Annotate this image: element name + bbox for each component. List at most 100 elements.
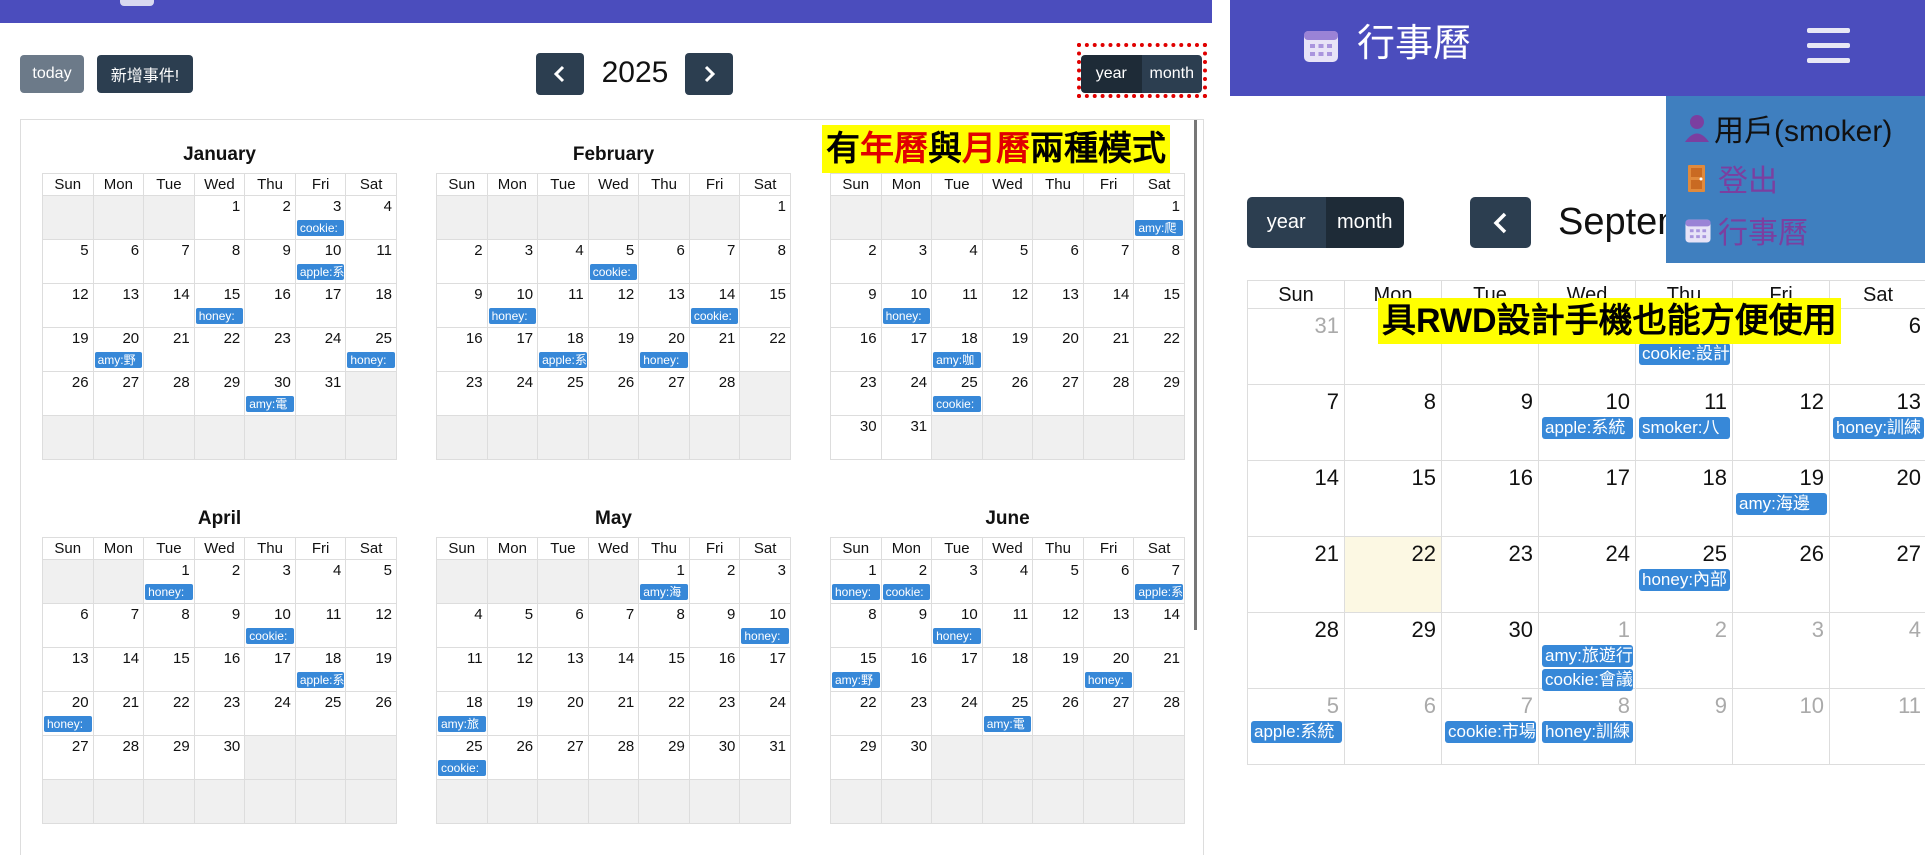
event-chip[interactable]: honey: <box>44 716 92 732</box>
day-cell[interactable]: 25 honey:內部 <box>1635 536 1733 613</box>
day-cell[interactable]: 7 apple:系 <box>1133 559 1185 604</box>
day-cell[interactable]: 18 apple:系 <box>294 647 347 692</box>
day-cell[interactable]: 29 <box>638 735 690 780</box>
day-cell[interactable]: 20 amy:野 <box>92 327 145 372</box>
day-cell[interactable]: 10 apple:系 <box>294 239 347 284</box>
day-cell[interactable]: 14 <box>1082 283 1135 328</box>
month-view-button[interactable]: month <box>1325 197 1404 248</box>
event-chip[interactable]: cookie:市場 <box>1445 721 1536 743</box>
day-cell[interactable]: 27 <box>1032 371 1084 416</box>
day-cell[interactable]: 3 <box>931 559 983 604</box>
day-cell[interactable]: 27 <box>638 371 690 416</box>
menu-item-user[interactable]: 用戶(smoker) <box>1684 106 1892 150</box>
day-cell[interactable]: 18 <box>1635 460 1733 537</box>
day-cell[interactable]: 8 <box>1344 384 1442 461</box>
day-cell[interactable]: 8 honey:訓練 <box>1538 688 1636 765</box>
event-chip[interactable]: apple:系統 <box>1542 417 1633 439</box>
day-cell[interactable]: 11 <box>537 283 589 328</box>
event-chip[interactable]: honey: <box>488 308 537 324</box>
day-cell[interactable]: 21 <box>587 691 640 736</box>
day-cell[interactable]: 1 <box>193 195 246 240</box>
day-cell[interactable]: 23 <box>193 691 246 736</box>
day-cell[interactable]: 23 <box>244 327 296 372</box>
day-cell[interactable]: 21 <box>1082 327 1135 372</box>
event-chip[interactable]: honey: <box>195 308 244 324</box>
day-cell[interactable]: 12 <box>981 283 1034 328</box>
day-cell[interactable]: 17 <box>294 283 347 328</box>
day-cell[interactable]: 9 <box>880 603 933 648</box>
day-cell[interactable]: 31 <box>1247 308 1345 385</box>
event-chip[interactable]: honey:內部 <box>1639 569 1730 591</box>
day-cell[interactable]: 26 <box>1732 536 1830 613</box>
day-cell[interactable]: 23 <box>830 371 882 416</box>
day-cell[interactable]: 2 <box>436 239 488 284</box>
day-cell[interactable]: 8 <box>739 239 791 284</box>
day-cell[interactable]: 7 <box>1082 239 1135 284</box>
day-cell[interactable]: 4 <box>1829 612 1925 689</box>
day-cell[interactable]: 4 <box>345 195 397 240</box>
day-cell[interactable]: 15 <box>739 283 791 328</box>
day-cell[interactable]: 22 <box>1344 536 1442 613</box>
day-cell[interactable]: 25 cookie: <box>436 735 488 780</box>
day-cell[interactable]: 1 amy:旅遊行 cookie:會議 <box>1538 612 1636 691</box>
day-cell[interactable]: 17 <box>244 647 296 692</box>
day-cell[interactable]: 10 cookie: <box>244 603 296 648</box>
day-cell[interactable]: 12 <box>1032 603 1084 648</box>
day-cell[interactable]: 5 cookie: <box>587 239 640 284</box>
day-cell[interactable]: 15 <box>1133 283 1185 328</box>
day-cell[interactable]: 28 <box>587 735 640 780</box>
day-cell[interactable]: 16 <box>244 283 296 328</box>
event-chip[interactable]: amy:電 <box>246 396 294 412</box>
day-cell[interactable]: 8 <box>193 239 246 284</box>
event-chip[interactable]: smoker:八 <box>1639 417 1730 439</box>
day-cell[interactable]: 9 <box>436 283 488 328</box>
day-cell[interactable]: 6 <box>537 603 589 648</box>
day-cell[interactable]: 2 cookie: <box>880 559 933 604</box>
day-cell[interactable]: 14 <box>587 647 640 692</box>
day-cell[interactable]: 9 <box>1441 384 1539 461</box>
day-cell[interactable]: 14 <box>1133 603 1185 648</box>
day-cell[interactable]: 21 <box>1247 536 1345 613</box>
day-cell[interactable]: 14 <box>92 647 145 692</box>
day-cell[interactable]: 3 <box>244 559 296 604</box>
day-cell[interactable]: 15 <box>143 647 195 692</box>
day-cell[interactable]: 27 <box>537 735 589 780</box>
day-cell[interactable]: 21 <box>143 327 195 372</box>
day-cell[interactable]: 14 <box>143 283 195 328</box>
event-chip[interactable]: amy:野 <box>832 672 880 688</box>
today-button[interactable]: today <box>20 55 84 93</box>
day-cell[interactable]: 12 <box>345 603 397 648</box>
event-chip[interactable]: honey: <box>1084 672 1133 688</box>
menu-item-calendar[interactable]: 行事曆 <box>1684 208 1808 252</box>
day-cell[interactable]: 1 amy:海 <box>638 559 690 604</box>
day-cell[interactable]: 25 cookie: <box>931 371 983 416</box>
day-cell[interactable]: 12 <box>587 283 640 328</box>
day-cell[interactable]: 25 honey: <box>345 327 397 372</box>
day-cell[interactable]: 21 <box>92 691 145 736</box>
day-cell[interactable]: 6 <box>92 239 145 284</box>
day-cell[interactable]: 1 honey: <box>830 559 882 604</box>
day-cell[interactable]: 12 <box>486 647 539 692</box>
day-cell[interactable]: 30 <box>193 735 246 780</box>
day-cell[interactable]: 3 <box>739 559 791 604</box>
day-cell[interactable]: 26 <box>345 691 397 736</box>
menu-item-logout[interactable]: 登出 <box>1684 156 1778 200</box>
event-chip[interactable]: amy:野 <box>94 352 143 368</box>
day-cell[interactable]: 29 <box>1344 612 1442 689</box>
day-cell[interactable]: 22 <box>143 691 195 736</box>
day-cell[interactable]: 21 <box>1133 647 1185 692</box>
day-cell[interactable]: 29 <box>143 735 195 780</box>
day-cell[interactable]: 4 <box>931 239 983 284</box>
event-chip[interactable]: honey:訓練 <box>1542 721 1633 743</box>
day-cell[interactable]: 20 <box>1032 327 1084 372</box>
day-cell[interactable]: 30 <box>880 735 933 780</box>
day-cell[interactable]: 2 <box>193 559 246 604</box>
day-cell[interactable]: 23 <box>688 691 741 736</box>
event-chip[interactable]: cookie: <box>933 396 981 412</box>
event-chip[interactable]: cookie: <box>438 760 486 776</box>
day-cell[interactable]: 19 <box>587 327 640 372</box>
event-chip[interactable]: honey: <box>933 628 981 644</box>
day-cell[interactable]: 4 <box>436 603 488 648</box>
day-cell[interactable]: 16 <box>193 647 246 692</box>
day-cell[interactable]: 7 <box>587 603 640 648</box>
